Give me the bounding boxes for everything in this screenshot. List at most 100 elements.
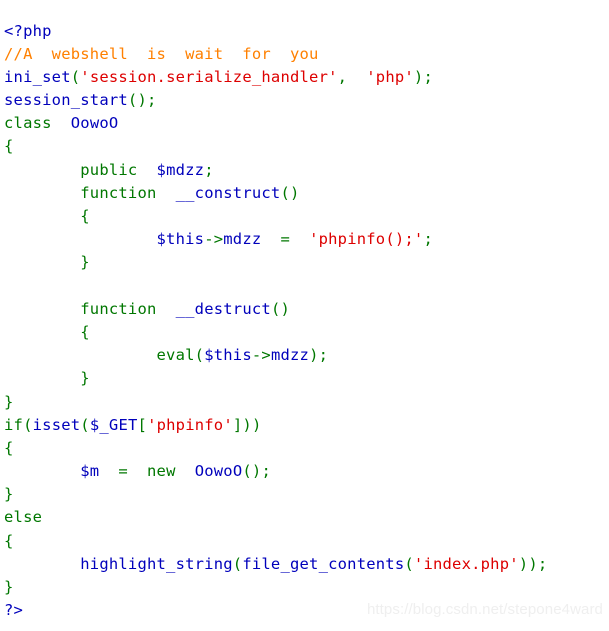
code-line-11: } bbox=[4, 251, 547, 274]
keyword-class: class bbox=[4, 114, 52, 133]
code-line-1: <?php bbox=[4, 20, 547, 43]
arrow-operator: -> bbox=[251, 346, 271, 365]
keyword-if: if bbox=[4, 415, 24, 434]
paren-open-inner: ( bbox=[80, 415, 90, 434]
method-name-destruct: __destruct bbox=[175, 299, 271, 318]
paren-group: () bbox=[280, 183, 300, 202]
function-isset: isset bbox=[32, 415, 81, 434]
brace-close: } bbox=[4, 392, 14, 411]
keyword-eval: eval bbox=[156, 346, 195, 365]
comment-token: //A webshell is wait for you bbox=[4, 44, 319, 63]
code-line-16: } bbox=[4, 367, 547, 390]
code-line-22: else bbox=[4, 506, 547, 529]
code-line-24: highlight_string(file_get_contents('inde… bbox=[4, 553, 547, 576]
code-line-17: } bbox=[4, 391, 547, 414]
variable-get-superglobal: $_GET bbox=[89, 415, 138, 434]
property-mdzz: mdzz bbox=[223, 230, 262, 249]
brace-close: } bbox=[80, 253, 90, 272]
brace-close: } bbox=[4, 485, 14, 504]
semicolon: ; bbox=[423, 230, 434, 249]
watermark-url: https://blog.csdn.net/stepone4ward bbox=[366, 601, 603, 618]
code-line-4: session_start(); bbox=[4, 89, 547, 112]
class-name-oowoo: OowoO bbox=[70, 114, 119, 133]
paren-open-inner: ( bbox=[404, 554, 414, 573]
keyword-function: function bbox=[80, 183, 157, 202]
keyword-else: else bbox=[4, 508, 43, 527]
code-line-8: function __construct() bbox=[4, 182, 547, 205]
arrow-operator: -> bbox=[204, 230, 224, 249]
code-line-2: //A webshell is wait for you bbox=[4, 43, 547, 66]
variable-mdzz: $mdzz bbox=[156, 160, 205, 179]
brace-open: { bbox=[4, 137, 14, 156]
string-phpinfo-payload: 'phpinfo();' bbox=[309, 230, 424, 249]
keyword-function: function bbox=[80, 299, 157, 318]
variable-this: $this bbox=[156, 230, 205, 249]
code-line-18: if(isset($_GET['phpinfo'])) bbox=[4, 414, 547, 437]
variable-m: $m bbox=[80, 462, 100, 481]
code-line-6: { bbox=[4, 135, 547, 158]
assign-operator: = bbox=[261, 230, 310, 249]
php-close-tag: ?> bbox=[4, 601, 24, 620]
paren-open: ( bbox=[194, 346, 205, 365]
code-line-10: $this->mdzz = 'phpinfo();'; bbox=[4, 228, 547, 251]
code-line-9: { bbox=[4, 205, 547, 228]
keyword-new: new bbox=[147, 462, 176, 481]
string-serialize-handler: 'session.serialize_handler' bbox=[80, 67, 338, 86]
bracket-open: [ bbox=[137, 415, 148, 434]
code-line-15: eval($this->mdzz); bbox=[4, 344, 547, 367]
php-source-code: <?php //A webshell is wait for you ini_set… bbox=[4, 20, 547, 623]
method-name-construct: __construct bbox=[175, 183, 281, 202]
paren-close: ); bbox=[309, 346, 329, 365]
property-mdzz: mdzz bbox=[270, 346, 310, 365]
assign-operator: = bbox=[99, 462, 148, 481]
class-name-oowoo: OowoO bbox=[194, 462, 243, 481]
code-line-23: { bbox=[4, 530, 547, 553]
paren-group: (); bbox=[242, 462, 271, 481]
function-highlight-string: highlight_string bbox=[80, 554, 233, 573]
brace-open: { bbox=[80, 207, 90, 225]
paren-group: () bbox=[270, 299, 291, 318]
bracket-close: ] bbox=[232, 415, 243, 434]
string-index-php: 'index.php' bbox=[413, 554, 519, 573]
paren-group: (); bbox=[127, 91, 157, 110]
variable-this: $this bbox=[204, 346, 252, 365]
keyword-public: public bbox=[80, 160, 138, 179]
code-viewer: <?php //A webshell is wait for you ini_set… bbox=[0, 0, 609, 631]
php-open-tag: <?php bbox=[4, 21, 52, 40]
code-line-13: function __destruct() bbox=[4, 298, 547, 321]
code-line-5: class OowoO bbox=[4, 112, 547, 135]
string-php: 'php' bbox=[366, 67, 414, 86]
code-line-3: ini_set('session.serialize_handler', 'ph… bbox=[4, 66, 547, 89]
paren-open: ( bbox=[232, 554, 243, 573]
brace-open: { bbox=[80, 322, 90, 341]
function-file-get-contents: file_get_contents bbox=[242, 554, 405, 573]
code-line-25: } bbox=[4, 576, 547, 599]
function-ini-set: ini_set bbox=[4, 67, 71, 86]
comma: , bbox=[337, 67, 367, 86]
code-line-19: { bbox=[4, 437, 547, 460]
brace-open: { bbox=[4, 438, 14, 457]
paren-open: ( bbox=[23, 415, 33, 434]
code-line-20: $m = new OowoO(); bbox=[4, 460, 547, 483]
paren-open: ( bbox=[70, 67, 81, 86]
semicolon: ; bbox=[204, 160, 214, 179]
code-line-21: } bbox=[4, 483, 547, 506]
paren-close: )); bbox=[518, 554, 548, 573]
paren-close: ); bbox=[413, 67, 433, 86]
string-phpinfo-key: 'phpinfo' bbox=[147, 415, 233, 434]
code-line-14: { bbox=[4, 321, 547, 344]
